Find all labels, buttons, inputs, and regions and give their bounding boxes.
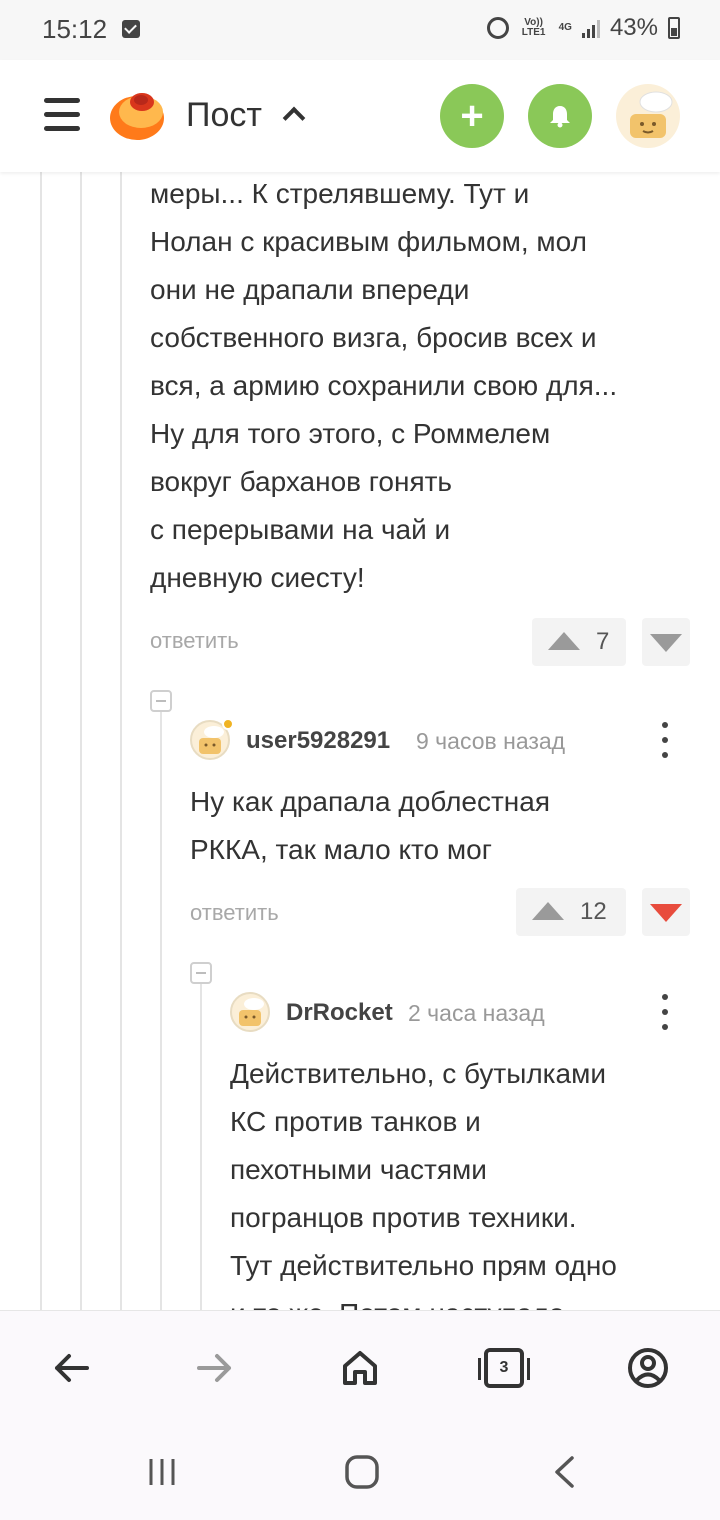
more-options-icon[interactable]	[660, 722, 670, 758]
online-indicator	[222, 718, 234, 730]
tabs-button[interactable]: 3	[477, 1341, 531, 1395]
thread-line	[200, 984, 202, 1310]
checkbox-notification-icon	[122, 20, 140, 38]
logo[interactable]	[108, 88, 166, 142]
thread-line	[40, 172, 42, 1310]
tabs-icon: 3	[478, 1348, 530, 1388]
battery-icon	[668, 17, 680, 39]
bell-icon	[550, 106, 570, 128]
comments-area[interactable]: меры... К стрелявшему. Тут и Нолан с кра…	[0, 172, 720, 1310]
forward-arrow-icon[interactable]	[188, 1341, 242, 1395]
comment-text: Ну как драпала доблестная РККА, так мало…	[190, 786, 550, 865]
network-type-label: 4G	[558, 22, 572, 33]
alarm-icon	[486, 17, 509, 39]
avatar[interactable]	[230, 992, 270, 1032]
status-time: 15:12	[42, 14, 108, 44]
comment-timestamp[interactable]: 9 часов назад	[416, 728, 565, 755]
reply-link[interactable]: ответить	[190, 900, 279, 926]
more-options-icon[interactable]	[660, 994, 670, 1030]
arrow-down-icon	[650, 634, 682, 652]
rating-count: 12	[580, 898, 607, 925]
plus-icon: +	[460, 94, 484, 138]
signal-icon	[581, 18, 600, 38]
upvote-button[interactable]: 12	[516, 888, 626, 936]
status-icons: Vo)) LTE1 4G 43%	[486, 14, 680, 42]
page-title[interactable]: Пост	[186, 96, 262, 135]
account-icon[interactable]	[621, 1341, 675, 1395]
comment-text: Действительно, с бутылками КС против тан…	[230, 1058, 617, 1310]
comment-username[interactable]: user5928291	[246, 727, 390, 755]
thread-line	[120, 172, 122, 1310]
status-bar: 15:12 Vo)) LTE1 4G 43%	[0, 0, 720, 60]
menu-icon[interactable]	[44, 98, 80, 132]
arrow-up-icon	[548, 632, 580, 650]
comment-username[interactable]: DrRocket	[286, 999, 393, 1027]
back-arrow-icon[interactable]	[44, 1341, 98, 1395]
chevron-up-icon[interactable]	[282, 106, 306, 130]
arrow-up-icon	[532, 902, 564, 920]
downvote-button[interactable]	[642, 888, 690, 936]
notifications-button[interactable]	[528, 84, 592, 148]
system-navigation-bar	[0, 1424, 720, 1520]
recents-icon[interactable]	[140, 1452, 184, 1492]
collapse-thread-button[interactable]	[190, 962, 212, 984]
lte-label: Vo)) LTE1	[521, 17, 546, 38]
thread-line	[160, 712, 162, 1310]
arrow-down-icon	[650, 904, 682, 922]
downvote-button[interactable]	[642, 618, 690, 666]
home-circle-icon[interactable]	[340, 1452, 384, 1492]
browser-toolbar: 3	[0, 1310, 720, 1424]
comment-text: меры... К стрелявшему. Тут и Нолан с кра…	[150, 178, 618, 593]
reply-link[interactable]: ответить	[150, 628, 239, 654]
back-icon[interactable]	[542, 1452, 586, 1492]
thread-line	[80, 172, 82, 1310]
rating-count: 7	[596, 628, 610, 655]
upvote-button[interactable]: 7	[532, 618, 626, 666]
avatar[interactable]	[616, 84, 680, 148]
app-header: Пост +	[0, 60, 720, 172]
home-icon[interactable]	[333, 1341, 387, 1395]
add-post-button[interactable]: +	[440, 84, 504, 148]
collapse-thread-button[interactable]	[150, 690, 172, 712]
battery-percent: 43%	[609, 14, 658, 41]
comment-timestamp[interactable]: 2 часа назад	[408, 1000, 545, 1027]
